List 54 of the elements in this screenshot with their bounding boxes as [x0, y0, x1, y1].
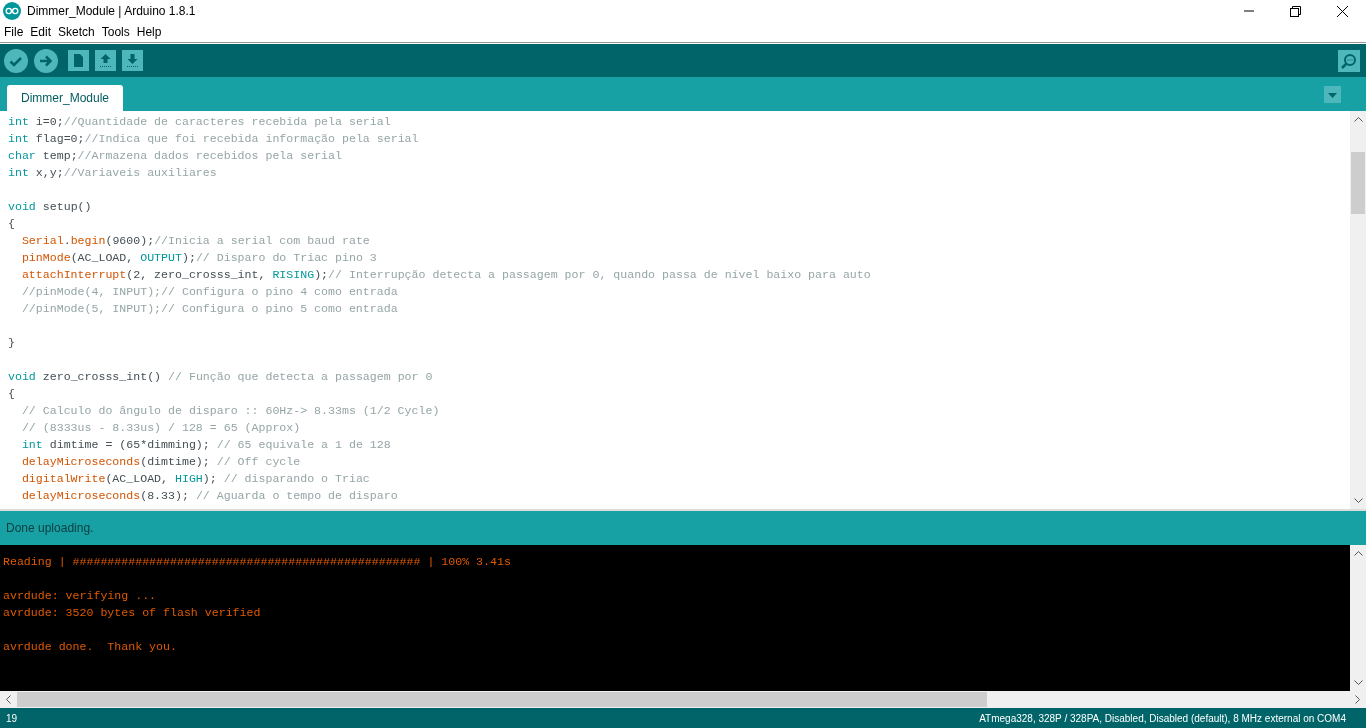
- code-line: digitalWrite(AC_LOAD, HIGH); // disparando o Triac: [20, 472, 370, 485]
- console-line: avrdude: 3520 bytes of flash verified: [3, 606, 261, 619]
- scroll-right-icon[interactable]: [1355, 695, 1361, 704]
- code-line: // Calculo do ângulo de disparo :: 60Hz-> 8.33ms (1/2 Cycle): [20, 404, 440, 417]
- menu-item[interactable]: Tools: [101, 25, 130, 39]
- code-line: int x,y;//Variaveis auxiliares: [8, 166, 217, 179]
- vertical-scrollbar[interactable]: [1350, 111, 1366, 509]
- scrollbar-thumb[interactable]: [17, 692, 987, 707]
- console-line: avrdude done. Thank you.: [3, 640, 177, 653]
- code-line: char temp;//Armazena dados recebidos pela serial: [8, 149, 342, 162]
- code-line: void zero_crosss_int() // Função que detecta a passagem por 0: [8, 370, 433, 383]
- console-line: Reading | ################################################## | 100% 3.41s: [3, 555, 511, 568]
- menu-item[interactable]: Edit: [30, 25, 52, 39]
- close-icon[interactable]: [1337, 5, 1348, 17]
- save-button[interactable]: [122, 50, 143, 71]
- code-line: int flag=0;//Indica que foi recebida informação pela serial: [8, 132, 419, 145]
- code-line: // (8333us - 8.33us) / 128 = 65 (Approx): [20, 421, 301, 434]
- code-line: int dimtime = (65*dimming); // 65 equivale a 1 de 128: [20, 438, 391, 451]
- code-line: {: [8, 217, 15, 230]
- new-sketch-button[interactable]: [68, 50, 89, 71]
- code-line: //pinMode(5, INPUT);// Configura o pino 5 como entrada: [20, 302, 398, 315]
- maximize-icon[interactable]: [1290, 5, 1301, 17]
- upload-button[interactable]: [34, 48, 58, 73]
- horizontal-scrollbar[interactable]: [0, 691, 1366, 708]
- console-scrollbar[interactable]: [1350, 545, 1366, 691]
- scrollbar-thumb[interactable]: [1351, 152, 1365, 214]
- scroll-down-icon[interactable]: [1353, 498, 1363, 504]
- sketch-tab[interactable]: Dimmer_Module: [7, 85, 124, 111]
- board-info: ATmega328, 328P / 328PA, Disabled, Disabled (default), 8 MHz external on COM4: [979, 712, 1346, 724]
- menu-item[interactable]: Help: [136, 25, 162, 39]
- code-line: {: [8, 387, 15, 400]
- scroll-down-icon[interactable]: [1353, 680, 1363, 686]
- console-line: avrdude: verifying ...: [3, 589, 157, 602]
- open-button[interactable]: [95, 50, 116, 71]
- code-line: attachInterrupt(2, zero_crosss_int, RISING);// Interrupção detecta a passagem por 0, quando passa de nível baixo para auto: [20, 268, 871, 281]
- code-line: pinMode(AC_LOAD, OUTPUT);// Disparo do Triac pino 3: [20, 251, 377, 264]
- scroll-up-icon[interactable]: [1353, 116, 1363, 122]
- window-title: Dimmer_Module | Arduino 1.8.1: [27, 4, 197, 18]
- code-line: void setup(): [8, 200, 92, 213]
- status-message: Done uploading.: [6, 521, 94, 535]
- code-line: //pinMode(4, INPUT);// Configura o pino 4 como entrada: [20, 285, 398, 298]
- verify-button[interactable]: [4, 48, 28, 73]
- scroll-up-icon[interactable]: [1353, 550, 1363, 556]
- line-number: 19: [6, 712, 18, 724]
- code-line: Serial.begin(9600);//Inicia a serial com baud rate: [20, 234, 370, 247]
- scroll-left-icon[interactable]: [5, 695, 11, 704]
- code-line: delayMicroseconds(dimtime); // Off cycle: [20, 455, 301, 468]
- serial-monitor-button[interactable]: [1338, 49, 1360, 72]
- menu-item[interactable]: Sketch: [58, 25, 95, 39]
- code-line: int i=0;//Quantidade de caracteres recebida pela serial: [8, 115, 391, 128]
- tab-menu-button[interactable]: [1324, 85, 1341, 103]
- code-line: }: [8, 336, 15, 349]
- code-line: delayMicroseconds(8.33); // Aguarda o tempo de disparo: [20, 489, 398, 502]
- menu-item[interactable]: File: [4, 25, 24, 39]
